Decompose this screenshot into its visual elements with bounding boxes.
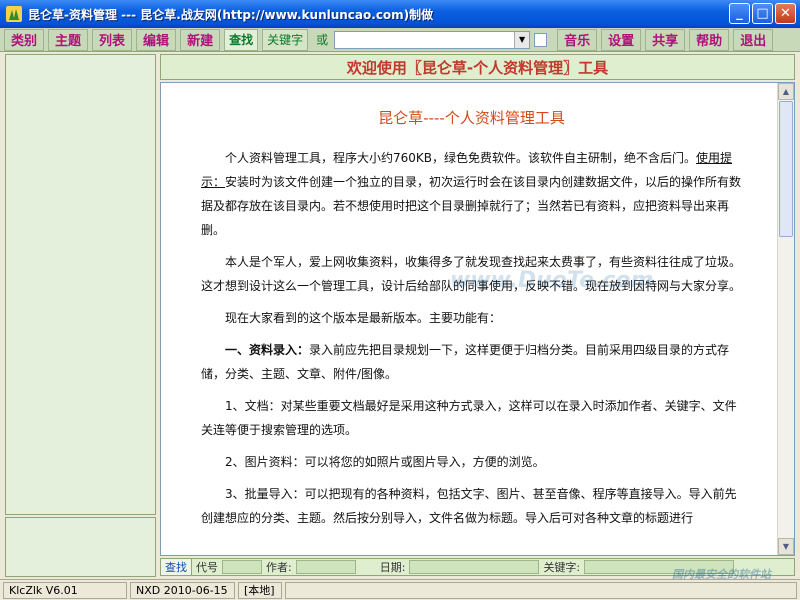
new-button[interactable]: 新建 <box>180 28 221 51</box>
version-status: KlcZlk V6.01 <box>3 581 127 599</box>
search-checkbox[interactable] <box>534 32 548 47</box>
welcome-header: 欢迎使用〖昆仑草-个人资料管理〗工具 <box>160 54 795 80</box>
mode-status: [本地] <box>238 581 282 599</box>
title-bar: 昆仑草-资料管理 --- 昆仑草.战友网(http://www.kunlunca… <box>0 0 800 28</box>
document-viewer[interactable]: 昆仑草----个人资料管理工具 个人资料管理工具，程序大小约760KB，绿色免费… <box>160 82 795 556</box>
author-label: 作者: <box>266 561 292 574</box>
vertical-scrollbar[interactable]: ▲ ▼ <box>777 83 794 555</box>
window-title: 昆仑草-资料管理 --- 昆仑草.战友网(http://www.kunlunca… <box>28 7 434 22</box>
intro-text: 个人资料管理工具，程序大小约760KB，绿色免费软件。该软件自主研制，绝不含后门… <box>225 151 697 165</box>
date-field[interactable] <box>409 560 540 574</box>
close-button[interactable]: ✕ <box>775 3 796 24</box>
filter-find-button[interactable]: 查找 <box>161 559 192 575</box>
code-field[interactable] <box>222 560 262 574</box>
exit-button[interactable]: 退出 <box>733 28 774 51</box>
edit-button[interactable]: 编辑 <box>136 28 177 51</box>
category-tree[interactable] <box>5 54 156 515</box>
attachment-list[interactable] <box>5 517 156 577</box>
chevron-down-icon[interactable]: ▼ <box>514 31 530 48</box>
date-label: 日期: <box>379 561 406 574</box>
app-grass-icon <box>6 6 22 22</box>
list-button[interactable]: 列表 <box>92 28 133 51</box>
scroll-down-icon[interactable]: ▼ <box>778 538 794 555</box>
author-field[interactable] <box>295 560 356 574</box>
paragraph-feature-entry: 一、资料录入：录入前应先把目录规划一下，这样更便于归档分类。目前采用四级目录的方… <box>201 338 742 386</box>
usage-tip-text: 安装时为该文件创建一个独立的目录，初次运行时会在该目录内创建数据文件，以后的操作… <box>201 175 742 237</box>
scroll-thumb[interactable] <box>779 101 793 237</box>
paragraph-version: 现在大家看到的这个版本是最新版本。主要功能有： <box>225 311 502 325</box>
filter-bar: 查找 代号 作者: 日期: 关键字: <box>160 558 795 576</box>
paragraph-images: 2、图片资料：可以将您的如照片或图片导入，方便的浏览。 <box>225 455 545 469</box>
help-button[interactable]: 帮助 <box>689 28 730 51</box>
feature-heading: 一、资料录入： <box>225 343 310 357</box>
search-combo[interactable]: ▼ <box>334 30 531 49</box>
maximize-button[interactable]: □ <box>752 3 773 24</box>
status-bar: KlcZlk V6.01 NXD 2010-06-15 [本地] <box>0 579 800 600</box>
document-title: 昆仑草----个人资料管理工具 <box>378 109 565 127</box>
share-button[interactable]: 共享 <box>645 28 686 51</box>
find-button[interactable]: 查找 <box>224 28 259 51</box>
or-label: 或 <box>316 33 329 47</box>
category-button[interactable]: 类别 <box>4 28 45 51</box>
scroll-up-icon[interactable]: ▲ <box>778 83 794 100</box>
minimize-button[interactable]: _ <box>729 3 750 24</box>
keyword-option[interactable]: 关键字 <box>262 28 309 51</box>
keyword-label: 关键字: <box>543 561 581 574</box>
document-content: 昆仑草----个人资料管理工具 个人资料管理工具，程序大小约760KB，绿色免费… <box>161 83 778 555</box>
build-status: NXD 2010-06-15 <box>130 581 235 599</box>
keyword-field[interactable] <box>584 560 735 574</box>
search-input[interactable] <box>335 31 516 48</box>
paragraph-batch-import: 3、批量导入：可以把现有的各种资料，包括文字、图片、甚至音像、程序等直接导入。导… <box>201 487 737 525</box>
code-label: 代号 <box>196 561 218 574</box>
paragraph-intro: 个人资料管理工具，程序大小约760KB，绿色免费软件。该软件自主研制，绝不含后门… <box>201 146 742 242</box>
music-button[interactable]: 音乐 <box>557 28 598 51</box>
paragraph-documents: 1、文档：对某些重要文档最好是采用这种方式录入，这样可以在录入时添加作者、关键字… <box>201 399 737 437</box>
topic-button[interactable]: 主题 <box>48 28 89 51</box>
settings-button[interactable]: 设置 <box>601 28 642 51</box>
message-status <box>285 581 797 599</box>
paragraph-author: 本人是个军人，爱上网收集资料，收集得多了就发现查找起来太费事了，有些资料往往成了… <box>201 255 742 293</box>
main-toolbar: 类别 主题 列表 编辑 新建 查找 关键字 或 ▼ 音乐 设置 共享 帮助 退出 <box>0 28 800 52</box>
